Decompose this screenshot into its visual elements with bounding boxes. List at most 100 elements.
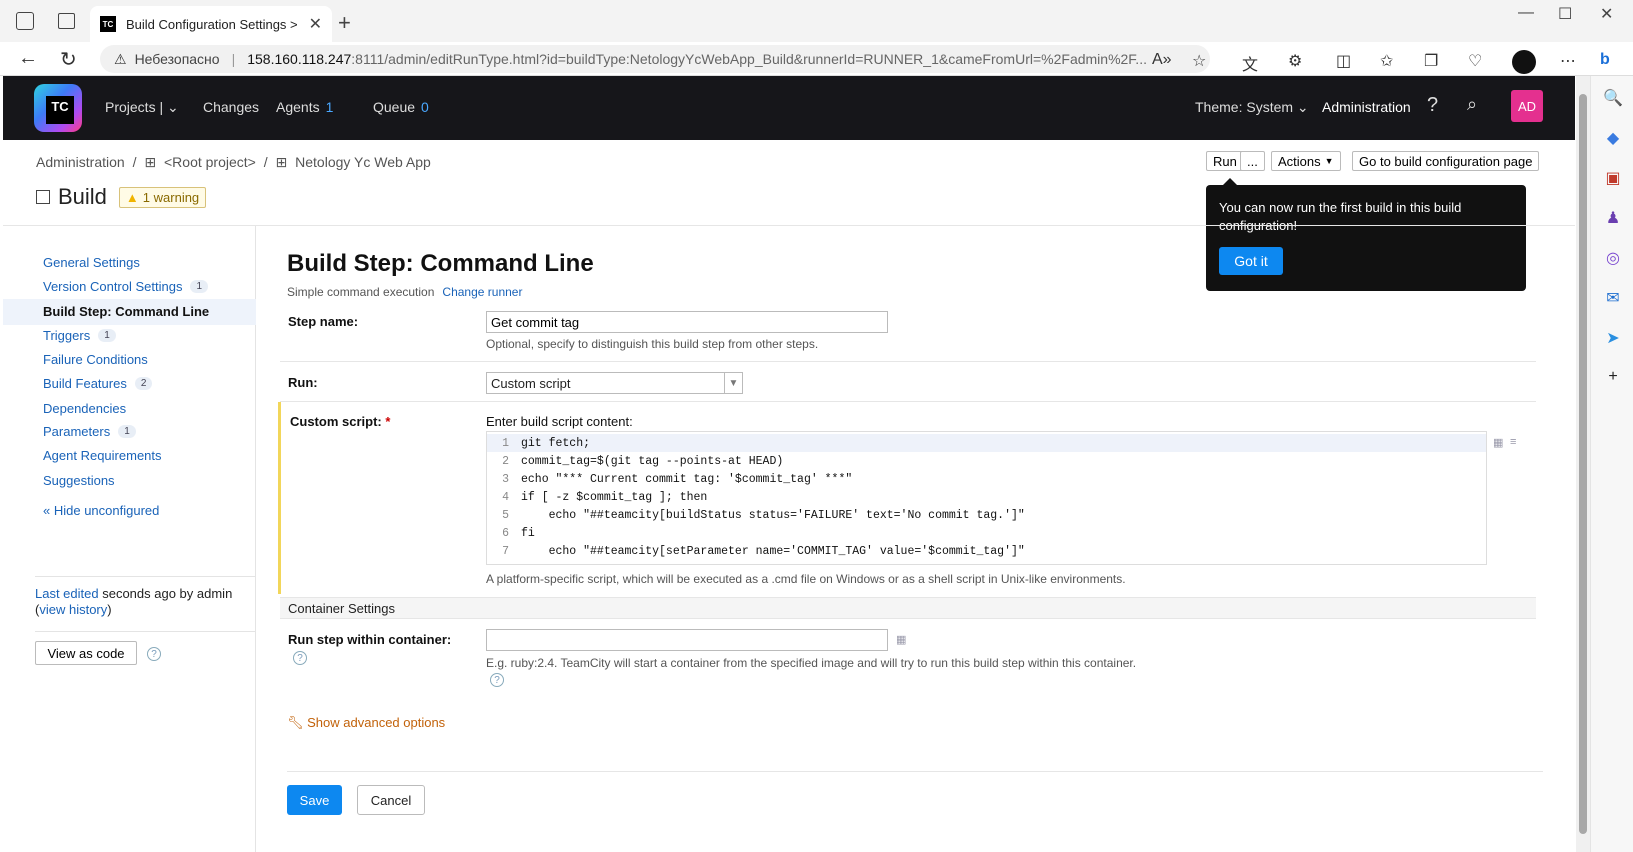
help-icon[interactable]: ? bbox=[1427, 94, 1438, 117]
nav-projects[interactable]: Projects | ⌄ bbox=[105, 99, 179, 116]
sidebar-item-general-settings[interactable]: General Settings bbox=[43, 255, 140, 270]
tab-title: Build Configuration Settings > ru bbox=[126, 16, 301, 32]
read-aloud-icon[interactable]: A» bbox=[1152, 51, 1172, 69]
got-it-button[interactable]: Got it bbox=[1219, 247, 1283, 275]
breadcrumb: Administration / ⊞ <Root project> / ⊞ Ne… bbox=[36, 154, 435, 171]
change-runner-link[interactable]: Change runner bbox=[442, 285, 522, 299]
sidebar-item-version-control[interactable]: Version Control Settings 1 bbox=[43, 279, 209, 294]
code-text: commit_tag=$(git tag --points-at HEAD) bbox=[521, 454, 784, 468]
insecure-label[interactable]: Небезопасно bbox=[135, 51, 220, 67]
minimize-icon[interactable]: — bbox=[1518, 4, 1534, 22]
container-image-input[interactable] bbox=[486, 629, 888, 651]
sidebar-item-parameters[interactable]: Parameters 1 bbox=[43, 424, 136, 439]
code-line[interactable]: 3 echo "*** Current commit tag: '$commit_… bbox=[487, 470, 1486, 488]
view-as-code-button[interactable]: View as code bbox=[35, 641, 137, 665]
hide-unconfigured-link[interactable]: « Hide unconfigured bbox=[43, 503, 159, 518]
performance-icon[interactable]: ♡ bbox=[1468, 51, 1482, 71]
sidebar-item-agent-requirements[interactable]: Agent Requirements bbox=[43, 448, 162, 463]
insecure-warning-icon[interactable]: ⚠ bbox=[114, 51, 127, 68]
page-scrollbar[interactable] bbox=[1576, 76, 1590, 852]
new-tab-icon[interactable]: + bbox=[338, 10, 351, 36]
profile-avatar[interactable] bbox=[1512, 50, 1536, 74]
run-button[interactable]: Run bbox=[1206, 151, 1244, 171]
games-icon[interactable]: ♟ bbox=[1603, 208, 1623, 228]
run-more-button[interactable]: ... bbox=[1240, 151, 1265, 171]
code-line[interactable]: 6 fi bbox=[487, 524, 1486, 542]
sidebar-item-dependencies[interactable]: Dependencies bbox=[43, 401, 126, 416]
maximize-icon[interactable]: ☐ bbox=[1558, 4, 1572, 24]
copilot-icon[interactable]: b bbox=[1600, 51, 1610, 69]
more-menu-icon[interactable]: ⋯ bbox=[1560, 51, 1576, 71]
last-edited-link[interactable]: Last edited bbox=[35, 586, 99, 601]
send-icon[interactable]: ➤ bbox=[1603, 328, 1623, 348]
breadcrumb-root-project[interactable]: <Root project> bbox=[164, 154, 256, 170]
search-icon[interactable]: ⌕ bbox=[1467, 94, 1477, 115]
user-avatar[interactable]: AD bbox=[1511, 90, 1543, 122]
breadcrumb-netology-yc-web-app[interactable]: Netology Yc Web App bbox=[295, 154, 431, 170]
close-tab-icon[interactable]: ✕ bbox=[309, 14, 322, 34]
scrollbar-thumb[interactable] bbox=[1579, 94, 1587, 834]
extensions-icon[interactable]: ⚙ bbox=[1288, 51, 1302, 71]
go-to-build-config-button[interactable]: Go to build configuration page bbox=[1352, 151, 1540, 171]
refresh-icon[interactable]: ↻ bbox=[60, 47, 77, 72]
add-icon[interactable]: + bbox=[1603, 368, 1623, 388]
save-button[interactable]: Save bbox=[287, 785, 342, 815]
chevron-down-icon[interactable]: ▼ bbox=[724, 373, 742, 393]
shopping-icon[interactable]: ◆ bbox=[1603, 128, 1623, 148]
word-wrap-icon[interactable]: ≡ bbox=[1510, 436, 1516, 448]
tab-actions-icon[interactable] bbox=[58, 13, 75, 29]
run-select[interactable]: Custom script ▼ bbox=[486, 372, 743, 394]
project-icon: ⊞ bbox=[275, 154, 288, 170]
favorite-star-icon[interactable]: ☆ bbox=[1192, 51, 1206, 71]
theme-selector[interactable]: Theme: System ⌄ bbox=[1195, 99, 1309, 116]
collections-icon[interactable]: ❐ bbox=[1424, 51, 1438, 71]
sidebar-item-failure-conditions[interactable]: Failure Conditions bbox=[43, 352, 148, 367]
script-editor[interactable]: 1 git fetch; 2 commit_tag=$(git tag --poin… bbox=[486, 431, 1487, 565]
office-icon[interactable]: ◎ bbox=[1603, 248, 1623, 268]
help-icon[interactable]: ? bbox=[293, 651, 307, 665]
tools-icon[interactable]: ▣ bbox=[1603, 168, 1623, 188]
back-icon[interactable]: ← bbox=[18, 47, 38, 70]
favorites-icon[interactable]: ✩ bbox=[1380, 51, 1393, 71]
sidebar-item-build-features[interactable]: Build Features 2 bbox=[43, 376, 153, 391]
advanced-label: Show advanced options bbox=[307, 715, 446, 730]
code-line[interactable]: 2 commit_tag=$(git tag --points-at HEAD) bbox=[487, 452, 1486, 470]
view-history-link[interactable]: view history bbox=[39, 602, 107, 617]
script-caption: Enter build script content: bbox=[486, 414, 633, 429]
help-icon[interactable]: ? bbox=[147, 647, 161, 661]
teamcity-logo[interactable]: TC bbox=[34, 84, 82, 132]
nav-agents[interactable]: Agents 1 bbox=[276, 99, 333, 115]
code-line[interactable]: 1 git fetch; bbox=[487, 434, 1486, 452]
step-name-input[interactable] bbox=[486, 311, 888, 333]
help-icon[interactable]: ? bbox=[490, 673, 504, 687]
url-field[interactable]: ⚠ Небезопасно | 158.160.118.247 :8111/ad… bbox=[100, 45, 1210, 73]
translate-icon[interactable]: 文 bbox=[1242, 51, 1258, 75]
container-settings-header: Container Settings bbox=[280, 597, 1536, 619]
sidebar-item-triggers[interactable]: Triggers 1 bbox=[43, 328, 116, 343]
chevron-down-icon[interactable]: ⌄ bbox=[167, 99, 179, 115]
split-screen-icon[interactable]: ◫ bbox=[1336, 51, 1351, 71]
parameters-icon[interactable]: ▦ bbox=[896, 633, 906, 646]
outlook-icon[interactable]: ✉ bbox=[1603, 288, 1623, 308]
breadcrumb-administration[interactable]: Administration bbox=[36, 154, 125, 170]
close-window-icon[interactable]: ✕ bbox=[1600, 4, 1613, 24]
sidebar-item-label: Parameters bbox=[43, 424, 111, 439]
last-edited-text: seconds ago by admin bbox=[98, 586, 233, 601]
nav-administration[interactable]: Administration bbox=[1322, 99, 1411, 115]
code-line[interactable]: 7 echo "##teamcity[setParameter name='CO… bbox=[487, 542, 1486, 560]
search-icon[interactable]: 🔍 bbox=[1603, 88, 1623, 108]
parameters-icon[interactable]: ▦ bbox=[1493, 436, 1503, 449]
show-advanced-options-link[interactable]: 🔧︎ Show advanced options bbox=[287, 715, 445, 731]
browser-tab[interactable]: TC Build Configuration Settings > ru ✕ bbox=[90, 6, 332, 42]
actions-dropdown[interactable]: Actions ▼ bbox=[1271, 151, 1341, 171]
nav-changes[interactable]: Changes bbox=[203, 99, 259, 115]
sidebar-item-suggestions[interactable]: Suggestions bbox=[43, 473, 115, 488]
sidebar-item-build-step[interactable]: Build Step: Command Line bbox=[43, 304, 209, 319]
sidebar-item-label: Dependencies bbox=[43, 401, 127, 416]
cancel-button[interactable]: Cancel bbox=[357, 785, 425, 815]
warning-badge[interactable]: ▲ 1 warning bbox=[118, 186, 207, 208]
workspaces-icon[interactable] bbox=[16, 12, 34, 30]
nav-queue[interactable]: Queue 0 bbox=[373, 99, 429, 115]
code-line[interactable]: 4 if [ -z $commit_tag ]; then bbox=[487, 488, 1486, 506]
code-line[interactable]: 5 echo "##teamcity[buildStatus status='F… bbox=[487, 506, 1486, 524]
